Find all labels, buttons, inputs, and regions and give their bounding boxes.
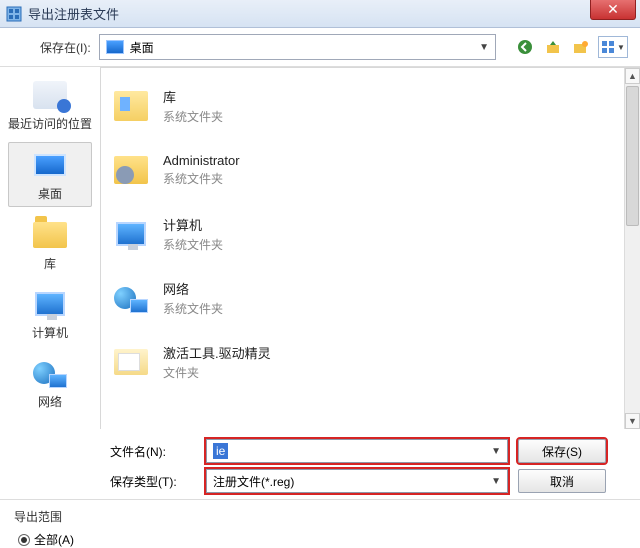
item-subtitle: 系统文件夹 — [163, 236, 223, 253]
save-button[interactable]: 保存(S) — [518, 439, 606, 463]
place-computer[interactable]: 计算机 — [8, 282, 92, 345]
filename-input[interactable]: ie ▼ — [206, 439, 508, 463]
list-item[interactable]: 激活工具.驱动精灵 文件夹 — [109, 330, 632, 394]
close-icon: ✕ — [607, 1, 619, 18]
scroll-down-button[interactable]: ▼ — [625, 413, 640, 429]
desktop-icon — [106, 40, 124, 54]
new-folder-button[interactable] — [570, 36, 592, 58]
filetype-value: 注册文件(*.reg) — [213, 473, 294, 490]
view-menu-icon — [601, 40, 615, 54]
toolbar-icons: ▼ — [504, 36, 628, 58]
main-area: 最近访问的位置 桌面 库 计算机 网络 库 系统文件夹 — [0, 67, 640, 429]
list-item[interactable]: 计算机 系统文件夹 — [109, 202, 632, 266]
chevron-down-icon: ▼ — [617, 43, 625, 52]
vertical-scrollbar[interactable]: ▲ ▼ — [624, 68, 640, 429]
app-icon — [6, 6, 22, 22]
window-title: 导出注册表文件 — [28, 4, 119, 23]
filetype-dropdown[interactable]: 注册文件(*.reg) ▼ — [206, 469, 508, 493]
export-range-all-label: 全部(A) — [34, 531, 74, 548]
folder-icon — [114, 349, 148, 375]
filetype-label: 保存类型(T): — [110, 473, 196, 490]
item-subtitle: 系统文件夹 — [163, 170, 240, 187]
places-bar: 最近访问的位置 桌面 库 计算机 网络 — [0, 67, 100, 429]
save-in-value: 桌面 — [130, 39, 479, 56]
list-item[interactable]: 网络 系统文件夹 — [109, 266, 632, 330]
new-folder-icon — [573, 39, 589, 55]
chevron-down-icon: ▼ — [491, 446, 501, 457]
item-name: Administrator — [163, 153, 240, 168]
item-subtitle: 系统文件夹 — [163, 300, 223, 317]
close-button[interactable]: ✕ — [590, 0, 636, 20]
computer-icon — [116, 222, 146, 246]
place-label: 网络 — [38, 393, 62, 410]
file-listing[interactable]: 库 系统文件夹 Administrator 系统文件夹 计算机 系统文件夹 — [100, 67, 640, 429]
save-button-label: 保存(S) — [542, 443, 582, 460]
export-range-section: 导出范围 全部(A) — [0, 499, 640, 548]
back-icon — [517, 39, 533, 55]
up-one-level-button[interactable] — [542, 36, 564, 58]
list-item[interactable]: Administrator 系统文件夹 — [109, 138, 632, 202]
place-label: 库 — [44, 255, 56, 272]
filename-label: 文件名(N): — [110, 443, 196, 460]
export-range-all-option[interactable]: 全部(A) — [18, 531, 626, 548]
save-in-label: 保存在(I): — [40, 39, 91, 56]
item-name: 网络 — [163, 279, 223, 298]
cancel-button-label: 取消 — [550, 473, 574, 490]
libraries-icon — [33, 222, 67, 248]
scroll-thumb[interactable] — [626, 86, 639, 226]
desktop-icon — [34, 154, 66, 176]
scroll-track[interactable] — [625, 84, 640, 413]
cancel-button[interactable]: 取消 — [518, 469, 606, 493]
chevron-down-icon: ▼ — [491, 476, 501, 487]
network-icon — [114, 283, 148, 313]
list-item[interactable]: 库 系统文件夹 — [109, 74, 632, 138]
computer-icon — [35, 292, 65, 316]
place-network[interactable]: 网络 — [8, 351, 92, 414]
back-button[interactable] — [514, 36, 536, 58]
item-subtitle: 文件夹 — [163, 364, 271, 381]
libraries-icon — [114, 91, 148, 121]
filename-value: ie — [213, 443, 228, 459]
form-rows: 文件名(N): ie ▼ 保存(S) 保存类型(T): 注册文件(*.reg) … — [0, 429, 640, 499]
export-range-legend: 导出范围 — [14, 508, 626, 525]
item-name: 激活工具.驱动精灵 — [163, 343, 271, 362]
place-recent[interactable]: 最近访问的位置 — [8, 73, 92, 136]
scroll-up-button[interactable]: ▲ — [625, 68, 640, 84]
up-one-level-icon — [545, 39, 561, 55]
recent-places-icon — [33, 81, 67, 109]
place-label: 计算机 — [32, 324, 68, 341]
titlebar: 导出注册表文件 ✕ — [0, 0, 640, 28]
save-in-dropdown[interactable]: 桌面 ▼ — [99, 34, 496, 60]
item-name: 计算机 — [163, 215, 223, 234]
user-folder-icon — [114, 156, 148, 184]
item-name: 库 — [163, 87, 223, 106]
place-libraries[interactable]: 库 — [8, 213, 92, 276]
view-menu-button[interactable]: ▼ — [598, 36, 628, 58]
network-icon — [33, 358, 67, 388]
place-label: 最近访问的位置 — [8, 115, 92, 132]
save-in-row: 保存在(I): 桌面 ▼ ▼ — [0, 28, 640, 67]
chevron-down-icon: ▼ — [479, 42, 489, 53]
place-label: 桌面 — [38, 185, 62, 202]
place-desktop[interactable]: 桌面 — [8, 142, 92, 207]
item-subtitle: 系统文件夹 — [163, 108, 223, 125]
radio-icon — [18, 534, 30, 546]
